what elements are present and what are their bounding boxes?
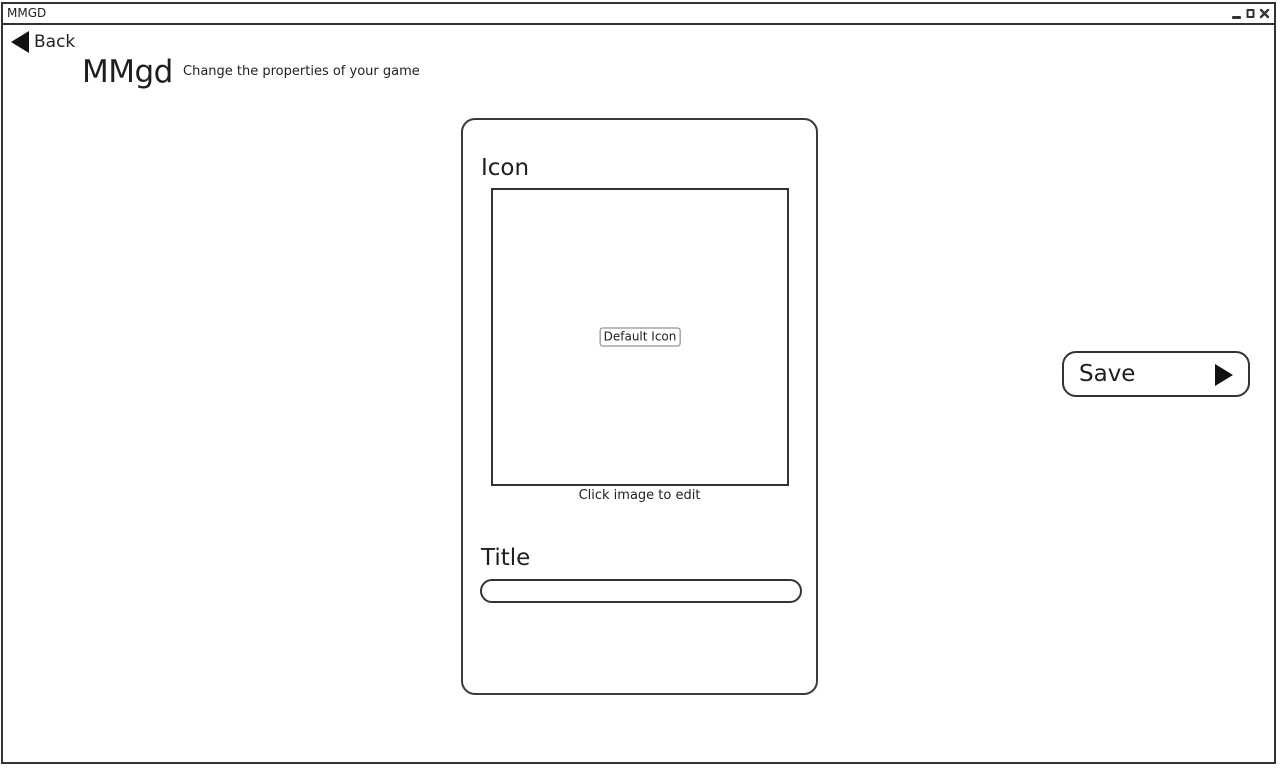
- back-button[interactable]: Back: [10, 30, 75, 54]
- game-properties-card: Icon Default Icon Click image to edit Ti…: [461, 118, 818, 695]
- maximize-icon[interactable]: [1245, 7, 1256, 20]
- right-triangle-icon: [1214, 363, 1234, 387]
- default-icon-label: Default Icon: [599, 327, 681, 347]
- window-titlebar: MMGD: [3, 4, 1274, 25]
- save-button[interactable]: Save: [1062, 351, 1250, 397]
- back-label: Back: [34, 32, 76, 52]
- title-heading: Title: [481, 545, 531, 571]
- close-icon[interactable]: [1259, 7, 1270, 20]
- minimize-icon[interactable]: [1231, 7, 1242, 20]
- game-icon-image[interactable]: Default Icon: [491, 188, 789, 486]
- icon-edit-hint: Click image to edit: [578, 488, 701, 503]
- left-triangle-icon: [10, 30, 30, 54]
- page-subtitle: Change the properties of your game: [183, 64, 420, 79]
- window-controls: [1231, 6, 1270, 21]
- save-label: Save: [1079, 361, 1136, 387]
- icon-heading: Icon: [481, 155, 530, 181]
- title-input[interactable]: [480, 579, 802, 603]
- app-title: MMgd: [82, 54, 173, 90]
- window-title: MMGD: [7, 6, 47, 20]
